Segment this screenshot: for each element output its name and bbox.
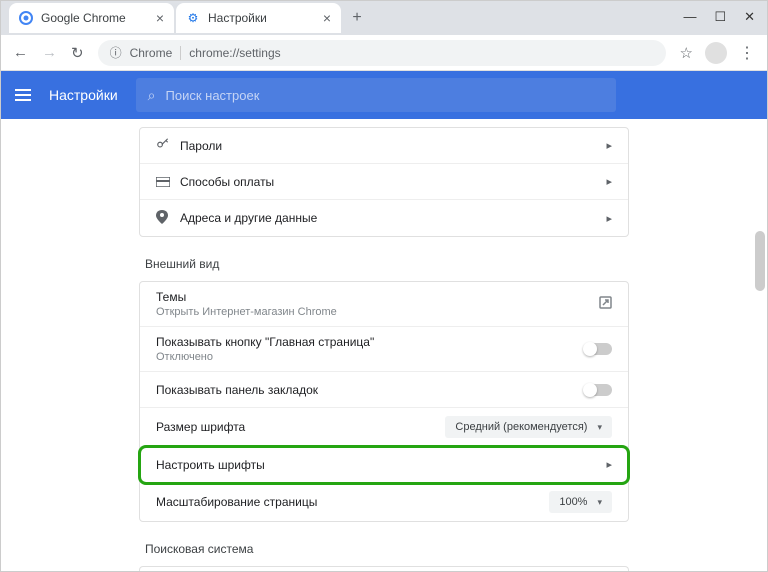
chevron-right-icon: ▸ — [606, 139, 612, 152]
scrollbar-thumb[interactable] — [755, 231, 765, 291]
font-size-row: Размер шрифта Средний (рекомендуется) ▾ — [140, 408, 628, 447]
tab-strip: Google Chrome × ⚙ Настройки × + — [1, 1, 767, 35]
row-label: Размер шрифта — [156, 420, 445, 434]
row-label: Способы оплаты — [180, 175, 606, 189]
passwords-row[interactable]: Пароли ▸ — [140, 128, 628, 164]
back-button[interactable]: ← — [13, 44, 28, 61]
bookmark-star-icon[interactable]: ☆ — [680, 44, 693, 62]
page-zoom-select[interactable]: 100% ▾ — [549, 491, 612, 513]
row-label: Показывать панель закладок — [156, 383, 584, 397]
chevron-right-icon: ▸ — [606, 175, 612, 188]
search-engine-title: Поисковая система — [145, 542, 629, 556]
tab-google-chrome[interactable]: Google Chrome × — [9, 3, 174, 33]
site-info-icon[interactable]: ⓘ — [110, 44, 122, 61]
bookmarks-bar-toggle[interactable] — [584, 384, 612, 396]
key-icon — [156, 137, 180, 154]
chrome-menu-button[interactable]: ⋮ — [739, 43, 755, 63]
settings-header: Настройки ⌕ — [1, 71, 767, 119]
settings-content: Пароли ▸ Способы оплаты ▸ Адреса и други… — [1, 127, 767, 571]
settings-search[interactable]: ⌕ — [136, 78, 616, 112]
page-title: Настройки — [49, 87, 118, 103]
card-icon — [156, 174, 180, 190]
search-input[interactable] — [166, 88, 604, 103]
tab-label: Настройки — [208, 11, 267, 25]
profile-avatar[interactable] — [705, 42, 727, 64]
url-scheme-label: Chrome — [130, 46, 182, 60]
close-window-button[interactable]: ✕ — [744, 9, 755, 25]
forward-button[interactable]: → — [42, 44, 57, 61]
select-value: 100% — [559, 496, 587, 508]
gear-icon: ⚙ — [186, 11, 200, 25]
search-icon: ⌕ — [148, 87, 156, 104]
home-button-toggle[interactable] — [584, 343, 612, 355]
close-tab-button[interactable]: × — [156, 10, 164, 26]
location-icon — [156, 210, 180, 227]
chrome-icon — [19, 11, 33, 25]
caret-down-icon: ▾ — [597, 422, 602, 433]
row-label: Масштабирование страницы — [156, 495, 549, 509]
chevron-right-icon: ▸ — [606, 212, 612, 225]
tab-settings[interactable]: ⚙ Настройки × — [176, 3, 341, 33]
payment-row[interactable]: Способы оплаты ▸ — [140, 164, 628, 200]
select-value: Средний (рекомендуется) — [455, 421, 587, 433]
toolbar-right: ☆ ⋮ — [680, 42, 755, 64]
font-size-select[interactable]: Средний (рекомендуется) ▾ — [445, 416, 612, 438]
bookmarks-bar-row[interactable]: Показывать панель закладок — [140, 372, 628, 408]
maximize-button[interactable]: ☐ — [714, 9, 726, 25]
new-tab-button[interactable]: + — [343, 4, 371, 32]
page-zoom-row: Масштабирование страницы 100% ▾ — [140, 483, 628, 521]
addresses-row[interactable]: Адреса и другие данные ▸ — [140, 200, 628, 236]
window-controls: — ☐ ✕ — [683, 9, 755, 25]
row-sublabel: Отключено — [156, 351, 584, 363]
external-link-icon — [599, 296, 612, 312]
row-sublabel: Открыть Интернет-магазин Chrome — [156, 306, 599, 318]
row-label: Пароли — [180, 139, 606, 153]
customize-fonts-row[interactable]: Настроить шрифты ▸ — [140, 447, 628, 483]
row-label: Адреса и другие данные — [180, 211, 606, 225]
home-button-row[interactable]: Показывать кнопку "Главная страница" Отк… — [140, 327, 628, 372]
caret-down-icon: ▾ — [597, 497, 602, 508]
appearance-title: Внешний вид — [145, 257, 629, 271]
menu-icon[interactable] — [15, 89, 31, 101]
address-bar[interactable]: ⓘ Chrome chrome://settings — [98, 40, 666, 66]
autofill-card: Пароли ▸ Способы оплаты ▸ Адреса и други… — [139, 127, 629, 237]
chevron-right-icon: ▸ — [606, 458, 612, 471]
search-engine-card — [139, 566, 629, 571]
reload-button[interactable]: ↻ — [71, 44, 84, 62]
toolbar: ← → ↻ ⓘ Chrome chrome://settings ☆ ⋮ — [1, 35, 767, 71]
appearance-card: Темы Открыть Интернет-магазин Chrome Пок… — [139, 281, 629, 522]
close-tab-button[interactable]: × — [323, 10, 331, 26]
row-label: Настроить шрифты — [156, 458, 606, 472]
row-label: Темы Открыть Интернет-магазин Chrome — [156, 290, 599, 318]
url-text: chrome://settings — [189, 46, 280, 60]
themes-row[interactable]: Темы Открыть Интернет-магазин Chrome — [140, 282, 628, 327]
minimize-button[interactable]: — — [683, 9, 696, 25]
row-label: Показывать кнопку "Главная страница" Отк… — [156, 335, 584, 363]
tab-label: Google Chrome — [41, 11, 126, 25]
